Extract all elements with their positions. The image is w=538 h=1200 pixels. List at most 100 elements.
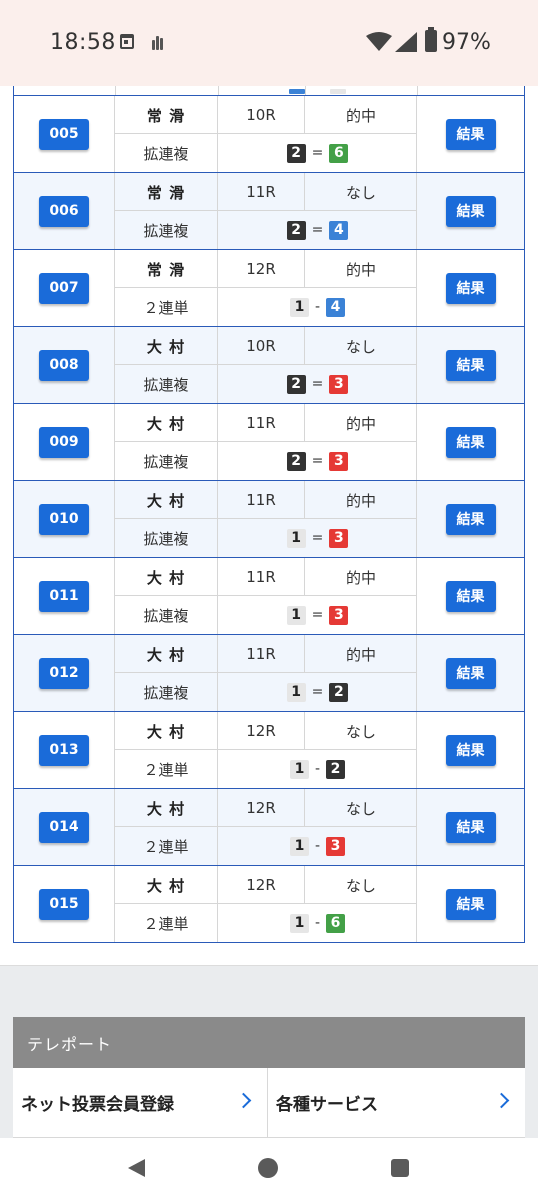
bet-type: 拡連複 (115, 596, 218, 634)
race-id-button[interactable]: 006 (39, 195, 89, 227)
result-cell: 結果 (417, 404, 524, 480)
calendar-icon (120, 34, 134, 49)
race-info-bottom: 拡連複 2 = 3 (115, 442, 417, 480)
race-id-button[interactable]: 014 (39, 811, 89, 843)
table-row: 009 大 村 11R 的中 拡連複 2 = 3 結果 (13, 404, 525, 481)
result-button[interactable]: 結果 (445, 118, 496, 150)
race-info-bottom: ２連単 1-2 (115, 750, 417, 788)
back-icon[interactable] (128, 1159, 145, 1177)
boat-number-second: 2 (326, 759, 346, 779)
table-row: 013 大 村 12R なし ２連単 1-2 結果 (13, 712, 525, 789)
race-info-cell: 大 村 12R なし ２連単 1-6 (115, 866, 417, 942)
race-info-cell: 常 滑 11R なし 拡連複 2 = 4 (115, 173, 417, 249)
hit-status: 的中 (345, 260, 376, 279)
result-button[interactable]: 結果 (445, 734, 496, 766)
race-id-button[interactable]: 008 (39, 349, 89, 381)
combination: 1-3 (218, 827, 417, 865)
combination-separator: = (311, 684, 324, 700)
race-info-bottom: 拡連複 2 = 3 (115, 365, 417, 403)
id-cell: 011 (14, 558, 115, 634)
race-info-cell: 常 滑 12R 的中 ２連単 1-4 (115, 250, 417, 326)
venue-label: 大 村 (115, 481, 218, 519)
combination: 1-2 (218, 750, 417, 788)
venue-label: 大 村 (115, 635, 218, 673)
race-id-button[interactable]: 011 (39, 580, 89, 612)
boat-number-second: 3 (329, 528, 349, 548)
hit-status: なし (345, 722, 376, 741)
result-cell: 結果 (417, 96, 524, 172)
member-registration-link[interactable]: ネット投票会員登録 (13, 1068, 268, 1138)
combination-separator: - (314, 838, 321, 854)
result-button[interactable]: 結果 (445, 195, 496, 227)
id-cell: 005 (14, 96, 115, 172)
venue-label: 大 村 (115, 558, 218, 596)
race-id-button[interactable]: 009 (39, 426, 89, 458)
bet-type: 拡連複 (115, 442, 218, 480)
result-button[interactable]: 結果 (445, 657, 496, 689)
race-info-top: 大 村 12R なし (115, 866, 417, 904)
home-icon[interactable] (258, 1158, 278, 1178)
result-button[interactable]: 結果 (445, 811, 496, 843)
id-cell: 009 (14, 404, 115, 480)
result-cell: 結果 (417, 558, 524, 634)
boat-number-first: 1 (289, 913, 309, 933)
race-info-top: 大 村 11R 的中 (115, 404, 417, 442)
result-button[interactable]: 結果 (445, 888, 496, 920)
venue-label: 常 滑 (115, 173, 218, 211)
combination: 2 = 4 (218, 211, 417, 249)
race-id-button[interactable]: 012 (39, 657, 89, 689)
race-info-bottom: 拡連複 2 = 4 (115, 211, 417, 249)
combination: 2 = 6 (218, 134, 417, 172)
hit-status: なし (345, 876, 376, 895)
race-number: 12R (218, 712, 305, 750)
bet-type: 拡連複 (115, 519, 218, 557)
race-info-top: 大 村 12R なし (115, 712, 417, 750)
race-number: 10R (218, 327, 305, 365)
combination: 2 = 3 (218, 365, 417, 403)
race-id-button[interactable]: 007 (39, 272, 89, 304)
venue-label: 大 村 (115, 866, 218, 904)
race-id-button[interactable]: 005 (39, 118, 89, 150)
table-row: 007 常 滑 12R 的中 ２連単 1-4 結果 (13, 250, 525, 327)
race-info-cell: 大 村 11R 的中 拡連複 1 = 2 (115, 635, 417, 711)
race-info-bottom: 拡連複 2 = 6 (115, 134, 417, 172)
combination-separator: = (311, 376, 324, 392)
result-button[interactable]: 結果 (445, 580, 496, 612)
boat-number-second: 3 (329, 374, 349, 394)
race-info-cell: 大 村 11R 的中 拡連複 2 = 3 (115, 404, 417, 480)
race-id-button[interactable]: 013 (39, 734, 89, 766)
race-info-cell: 大 村 12R なし ２連単 1-2 (115, 712, 417, 788)
boat-number-first: 2 (286, 143, 306, 163)
battery-percent: 97% (442, 30, 491, 55)
race-info-cell: 大 村 12R なし ２連単 1-3 (115, 789, 417, 865)
combination: 1-6 (218, 904, 417, 942)
result-cell: 結果 (417, 712, 524, 788)
bet-type: ２連単 (115, 288, 218, 326)
table-row: 005 常 滑 10R 的中 拡連複 2 = 6 結果 (13, 96, 525, 173)
table-row: 014 大 村 12R なし ２連単 1-3 結果 (13, 789, 525, 866)
boat-number-second: 3 (329, 451, 349, 471)
race-info-bottom: 拡連複 1 = 2 (115, 673, 417, 711)
race-info-bottom: 拡連複 1 = 3 (115, 519, 417, 557)
race-number: 11R (218, 481, 305, 519)
table-row: 011 大 村 11R 的中 拡連複 1 = 3 結果 (13, 558, 525, 635)
race-id-button[interactable]: 010 (39, 503, 89, 535)
status-bar: 18:58 97% (0, 0, 538, 86)
member-registration-label: ネット投票会員登録 (21, 1095, 174, 1115)
result-button[interactable]: 結果 (445, 426, 496, 458)
hit-status: 的中 (345, 645, 376, 664)
combination: 2 = 3 (218, 442, 417, 480)
result-button[interactable]: 結果 (445, 272, 496, 304)
race-info-bottom: 拡連複 1 = 3 (115, 596, 417, 634)
race-info-cell: 大 村 11R 的中 拡連複 1 = 3 (115, 481, 417, 557)
chevron-right-icon (493, 1092, 510, 1109)
id-cell: 015 (14, 866, 115, 942)
result-button[interactable]: 結果 (445, 503, 496, 535)
result-button[interactable]: 結果 (445, 349, 496, 381)
recents-icon[interactable] (391, 1159, 409, 1177)
bet-type: 拡連複 (115, 365, 218, 403)
table-row: 008 大 村 10R なし 拡連複 2 = 3 結果 (13, 327, 525, 404)
race-id-button[interactable]: 015 (39, 888, 89, 920)
signal-icon (395, 32, 417, 52)
services-link[interactable]: 各種サービス (268, 1068, 525, 1138)
